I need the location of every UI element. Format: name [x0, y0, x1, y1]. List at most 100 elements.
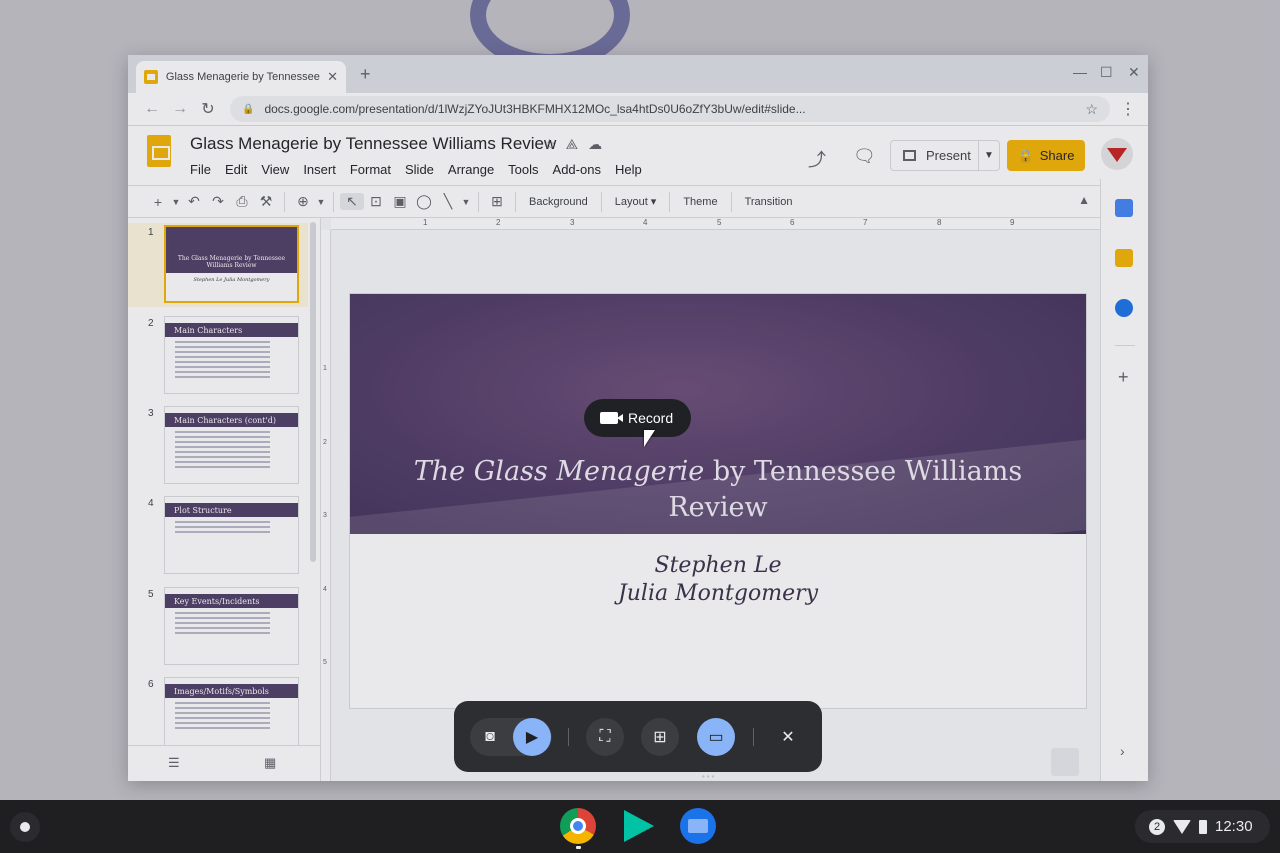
avatar[interactable]	[1101, 138, 1133, 170]
forward-icon[interactable]: →	[166, 100, 194, 118]
slide-thumbnail[interactable]: Main Characters (cont'd)	[164, 406, 299, 484]
menu-edit[interactable]: Edit	[225, 162, 247, 177]
present-button[interactable]: Present ▼	[890, 140, 1000, 171]
ruler-mark: 5	[323, 659, 327, 666]
filmstrip-item[interactable]: 1 The Glass Menagerie by Tennessee Willi…	[128, 223, 308, 307]
screen-record-mode-icon[interactable]: ▶	[513, 718, 551, 756]
filmstrip-view-icon[interactable]: ☰	[168, 755, 180, 771]
reload-icon[interactable]: ↻	[194, 99, 222, 119]
calendar-icon[interactable]	[1115, 199, 1133, 217]
window-capture-icon[interactable]: ▭	[697, 718, 735, 756]
redo-icon[interactable]: ↷	[206, 193, 230, 210]
capture-bar-divider	[753, 728, 754, 746]
layout-button[interactable]: Layout ▾	[608, 195, 664, 208]
shape-icon[interactable]: ◯	[412, 193, 436, 210]
slides-header: Glass Menagerie by Tennessee Williams Re…	[128, 126, 1148, 186]
tasks-icon[interactable]	[1115, 299, 1133, 317]
maximize-icon[interactable]: ☐	[1100, 64, 1113, 81]
drag-handle-icon[interactable]: •••	[702, 772, 716, 781]
launcher-icon[interactable]	[10, 812, 40, 842]
layout-label: Layout	[614, 196, 648, 208]
slide-thumbnail[interactable]: The Glass Menagerie by Tennessee William…	[164, 225, 299, 303]
new-slide-dropdown-icon[interactable]: ▼	[170, 197, 182, 207]
close-capture-icon[interactable]: ✕	[769, 718, 807, 756]
text-box-icon[interactable]: ⊡	[364, 193, 388, 210]
line-dropdown-icon[interactable]: ▼	[460, 197, 472, 207]
bookmark-star-icon[interactable]: ☆	[1085, 101, 1098, 118]
menu-format[interactable]: Format	[350, 162, 391, 177]
add-comment-icon[interactable]: ⊞	[485, 193, 509, 210]
back-icon[interactable]: ←	[138, 100, 166, 118]
background-button[interactable]: Background	[522, 196, 595, 208]
zoom-icon[interactable]: ⊕	[291, 193, 315, 210]
menu-tools[interactable]: Tools	[508, 162, 538, 177]
thumbnail-text-lines	[175, 521, 270, 536]
slide-title[interactable]: The Glass Menagerie by Tennessee William…	[380, 454, 1056, 526]
play-store-icon[interactable]	[620, 808, 656, 844]
status-tray[interactable]: 2 12:30	[1135, 810, 1270, 843]
grid-view-icon[interactable]: ▦	[264, 755, 276, 771]
slide-subtitle[interactable]: Stephen Le Julia Montgomery	[350, 552, 1086, 608]
chrome-menu-icon[interactable]: ⋮	[1118, 99, 1138, 119]
zoom-dropdown-icon[interactable]: ▼	[315, 197, 327, 207]
paint-format-icon[interactable]: ⚒	[254, 193, 278, 210]
cloud-saved-icon[interactable]: ☁	[588, 136, 612, 152]
star-icon[interactable]: ☆	[543, 136, 566, 152]
menu-slide[interactable]: Slide	[405, 162, 434, 177]
collapse-toolbar-icon[interactable]: ▲	[1078, 193, 1090, 207]
partial-capture-icon[interactable]: ⊞	[641, 718, 679, 756]
activity-trend-icon[interactable]: ⤴	[808, 146, 826, 172]
present-dropdown-icon[interactable]: ▼	[979, 150, 999, 161]
chrome-app-icon[interactable]	[560, 808, 596, 844]
line-icon[interactable]: ╲	[436, 193, 460, 210]
thumbnail-text-lines	[175, 431, 270, 471]
explore-button[interactable]	[1051, 748, 1079, 776]
menu-help[interactable]: Help	[615, 162, 642, 177]
add-addon-icon[interactable]: +	[1118, 367, 1129, 388]
slide-thumbnail[interactable]: Plot Structure	[164, 496, 299, 574]
title-actions: ☆⟁☁	[543, 136, 612, 153]
screenshot-mode-icon[interactable]: ◙	[471, 718, 509, 756]
menu-view[interactable]: View	[261, 162, 289, 177]
comments-icon[interactable]: 🗨	[853, 146, 876, 167]
filmstrip-scrollbar[interactable]	[310, 222, 316, 562]
undo-icon[interactable]: ↶	[182, 193, 206, 210]
slide-thumbnail[interactable]: Main Characters	[164, 316, 299, 394]
keep-icon[interactable]	[1115, 249, 1133, 267]
expand-panel-icon[interactable]: ›	[1120, 743, 1125, 759]
menu-file[interactable]: File	[190, 162, 211, 177]
transition-button[interactable]: Transition	[738, 196, 800, 208]
slides-logo-icon[interactable]	[147, 135, 171, 167]
close-window-icon[interactable]: ✕	[1128, 64, 1140, 81]
filmstrip-item[interactable]: 5 Key Events/Incidents	[128, 585, 308, 669]
filmstrip-item[interactable]: 4 Plot Structure	[128, 494, 308, 578]
fullscreen-capture-icon[interactable]: ⛶	[586, 718, 624, 756]
move-to-drive-icon[interactable]: ⟁	[566, 136, 589, 152]
record-button[interactable]: Record	[584, 399, 691, 437]
image-icon[interactable]: ▣	[388, 193, 412, 210]
new-slide-icon[interactable]: +	[146, 194, 170, 210]
slide-thumbnail[interactable]: Key Events/Incidents	[164, 587, 299, 665]
omnibox[interactable]: 🔒 docs.google.com/presentation/d/1lWzjZY…	[230, 96, 1110, 122]
tab-close-icon[interactable]: ✕	[327, 69, 338, 85]
slide-thumbnail[interactable]: Images/Motifs/Symbols	[164, 677, 299, 745]
select-cursor-icon[interactable]: ↖	[340, 193, 364, 210]
current-slide[interactable]: The Glass Menagerie by Tennessee William…	[350, 294, 1086, 708]
menu-insert[interactable]: Insert	[303, 162, 336, 177]
files-app-icon[interactable]	[680, 808, 716, 844]
filmstrip-item[interactable]: 3 Main Characters (cont'd)	[128, 404, 308, 488]
document-title[interactable]: Glass Menagerie by Tennessee Williams Re…	[190, 134, 556, 154]
present-label: Present	[926, 148, 971, 163]
browser-tab[interactable]: Glass Menagerie by Tennessee W ✕	[136, 61, 346, 93]
minimize-icon[interactable]: —	[1073, 64, 1087, 80]
filmstrip-item[interactable]: 2 Main Characters	[128, 314, 308, 398]
menu-addons[interactable]: Add-ons	[553, 162, 601, 177]
slide-number: 3	[148, 408, 154, 419]
theme-button[interactable]: Theme	[676, 196, 724, 208]
url-text[interactable]: docs.google.com/presentation/d/1lWzjZYoJ…	[264, 102, 1085, 116]
share-button[interactable]: 🔒 Share	[1007, 140, 1085, 171]
print-icon[interactable]: ⎙	[230, 193, 254, 210]
menu-arrange[interactable]: Arrange	[448, 162, 494, 177]
new-tab-button[interactable]: +	[360, 64, 371, 85]
filmstrip-item[interactable]: 6 Images/Motifs/Symbols	[128, 675, 308, 745]
